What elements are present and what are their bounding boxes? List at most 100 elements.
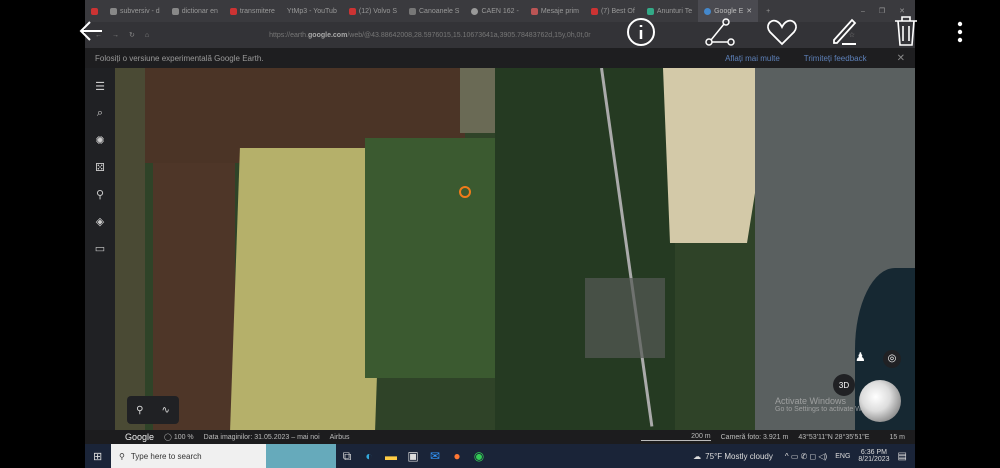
gmail-icon	[530, 7, 538, 15]
notifications-icon[interactable]: ▤	[898, 451, 907, 462]
tab-label: subversiv - d	[120, 7, 160, 15]
minimize-button[interactable]: –	[861, 8, 865, 15]
notice-text: Folosiți o versiune experimentală Google…	[95, 53, 264, 63]
edge-icon[interactable]: ◐	[358, 444, 380, 468]
close-window-button[interactable]: ✕	[899, 7, 905, 15]
favicon	[471, 7, 479, 15]
search-icon[interactable]: ⌕	[97, 107, 103, 120]
place-pin-icon[interactable]: ⚲	[136, 405, 143, 416]
path-icon[interactable]: ∿	[162, 405, 170, 416]
new-tab-button[interactable]: +	[766, 8, 770, 15]
ruler-icon[interactable]: ▭	[95, 242, 105, 255]
feedback-link[interactable]: Trimiteți feedback	[804, 54, 867, 63]
tab[interactable]: dictionar en	[166, 0, 224, 22]
tab[interactable]: Canoanele S	[403, 0, 465, 22]
coordinates: 43°53'11"N 28°35'51"E	[798, 433, 870, 441]
menu-icon[interactable]: ☰	[95, 80, 105, 93]
mail-icon[interactable]: ✉	[424, 444, 446, 468]
satellite-map[interactable]: ⚲ ∿ Activate Windows Go to Settings to act…	[115, 68, 915, 430]
forward-icon[interactable]: →	[112, 32, 119, 39]
tab-label: Mesaje prim	[540, 7, 579, 15]
favorite-heart-icon[interactable]	[766, 18, 798, 46]
delete-trash-icon[interactable]	[892, 15, 920, 47]
edit-pencil-icon[interactable]	[830, 16, 858, 46]
maximize-button[interactable]: ❐	[879, 7, 885, 15]
reload-icon[interactable]: ↻	[129, 31, 135, 39]
tab[interactable]: subversiv - d	[104, 0, 166, 22]
firefox-icon[interactable]: ●	[446, 444, 468, 468]
tab-label: Canoanele S	[419, 7, 460, 15]
pegman-icon[interactable]: ♟	[855, 350, 866, 364]
percent-text: 100 %	[173, 434, 194, 441]
imagery-source: Airbus	[329, 433, 350, 441]
tab[interactable]: YtMp3 - YouTub	[281, 0, 343, 22]
layers-icon[interactable]: ◈	[96, 215, 104, 228]
favicon	[229, 7, 237, 15]
status-bar: Google ◯ 100 % Data imaginilor: 31.05.20…	[85, 430, 915, 444]
forest	[365, 138, 505, 378]
windows-taskbar: ⊞ ⚲ Type here to search ⧉ ◐ ▬ ▣ ✉ ● ◉ ☁ 7…	[85, 444, 915, 468]
more-options-icon[interactable]	[954, 20, 966, 44]
url-prefix: https://earth.	[269, 31, 309, 39]
store-icon[interactable]: ▣	[402, 444, 424, 468]
imagery-date: Data imaginilor: 31.05.2023 – mai noi	[203, 433, 320, 441]
my-location-icon[interactable]: ◎	[883, 350, 901, 368]
scale-bar: 200 m	[640, 433, 711, 441]
learn-more-link[interactable]: Aflați mai multe	[725, 54, 780, 63]
share-icon[interactable]	[704, 17, 736, 47]
phone-back-arrow-icon[interactable]	[78, 18, 104, 44]
tab-label: CAEN 162 -	[481, 7, 519, 15]
globe-compass[interactable]	[859, 380, 901, 422]
search-highlight-image	[266, 444, 336, 468]
elevation: 15 m	[889, 433, 905, 441]
weather-text[interactable]: 75°F Mostly cloudy	[705, 452, 773, 461]
measure-toolbar: ⚲ ∿	[127, 396, 179, 424]
field	[115, 68, 145, 430]
tab[interactable]: Mesaje prim	[525, 0, 585, 22]
language-indicator[interactable]: ENG	[835, 453, 850, 460]
task-view-icon[interactable]: ⧉	[336, 444, 358, 468]
tab-label: (7) Best Of	[600, 7, 635, 15]
tray-icons[interactable]: ^ ▭ ✆ ◻ ◁)	[785, 452, 827, 461]
voyager-icon[interactable]: ✺	[95, 134, 104, 147]
tab[interactable]: (12) Volvo S	[343, 0, 403, 22]
favicon	[646, 7, 654, 15]
home-icon[interactable]: ⌂	[145, 32, 149, 39]
time: 6:36 PM	[860, 449, 887, 456]
favicon	[171, 7, 179, 15]
tab[interactable]: transmitere	[224, 0, 281, 22]
close-notice-icon[interactable]: ✕	[897, 53, 905, 64]
tab-label: Anunturi Te	[656, 7, 693, 15]
3d-button[interactable]: 3D	[833, 374, 855, 396]
projects-pin-icon[interactable]: ⚲	[96, 188, 104, 201]
clock[interactable]: 6:36 PM 8/21/2023	[858, 449, 889, 463]
screen: subversiv - d dictionar en transmitere Y…	[85, 0, 915, 468]
info-icon[interactable]	[626, 17, 656, 47]
close-tab-icon[interactable]: ✕	[746, 7, 752, 15]
youtube-icon	[590, 7, 598, 15]
firefox-icon	[91, 7, 98, 15]
percent-indicator: ◯ 100 %	[164, 434, 194, 441]
tab[interactable]: CAEN 162 -	[465, 0, 524, 22]
location-marker[interactable]	[459, 186, 471, 198]
url-field[interactable]: https://earth.google.com/web/@43.8864200…	[269, 32, 590, 39]
favicon	[409, 7, 416, 15]
google-logo: Google	[125, 432, 155, 442]
windows-start-icon[interactable]: ⊞	[93, 450, 102, 463]
url-rest: /web/@43.88642008,28.5976015,15.10673641…	[347, 31, 591, 39]
file-explorer-icon[interactable]: ▬	[380, 444, 402, 468]
buildings	[585, 278, 665, 358]
whatsapp-icon[interactable]: ◉	[468, 444, 490, 468]
search-icon: ⚲	[119, 451, 125, 461]
google-earth-icon	[704, 7, 712, 15]
field	[230, 148, 385, 430]
favicon	[348, 7, 356, 15]
earth-sidebar: ☰ ⌕ ✺ ⚄ ⚲ ◈ ▭	[85, 68, 115, 430]
taskbar-search[interactable]: ⚲ Type here to search	[111, 444, 266, 468]
random-dice-icon[interactable]: ⚄	[95, 161, 105, 174]
tab-label: Google E	[714, 7, 744, 15]
field	[153, 163, 235, 430]
favicon	[110, 7, 117, 15]
search-placeholder: Type here to search	[130, 451, 202, 461]
date: 8/21/2023	[858, 456, 890, 463]
